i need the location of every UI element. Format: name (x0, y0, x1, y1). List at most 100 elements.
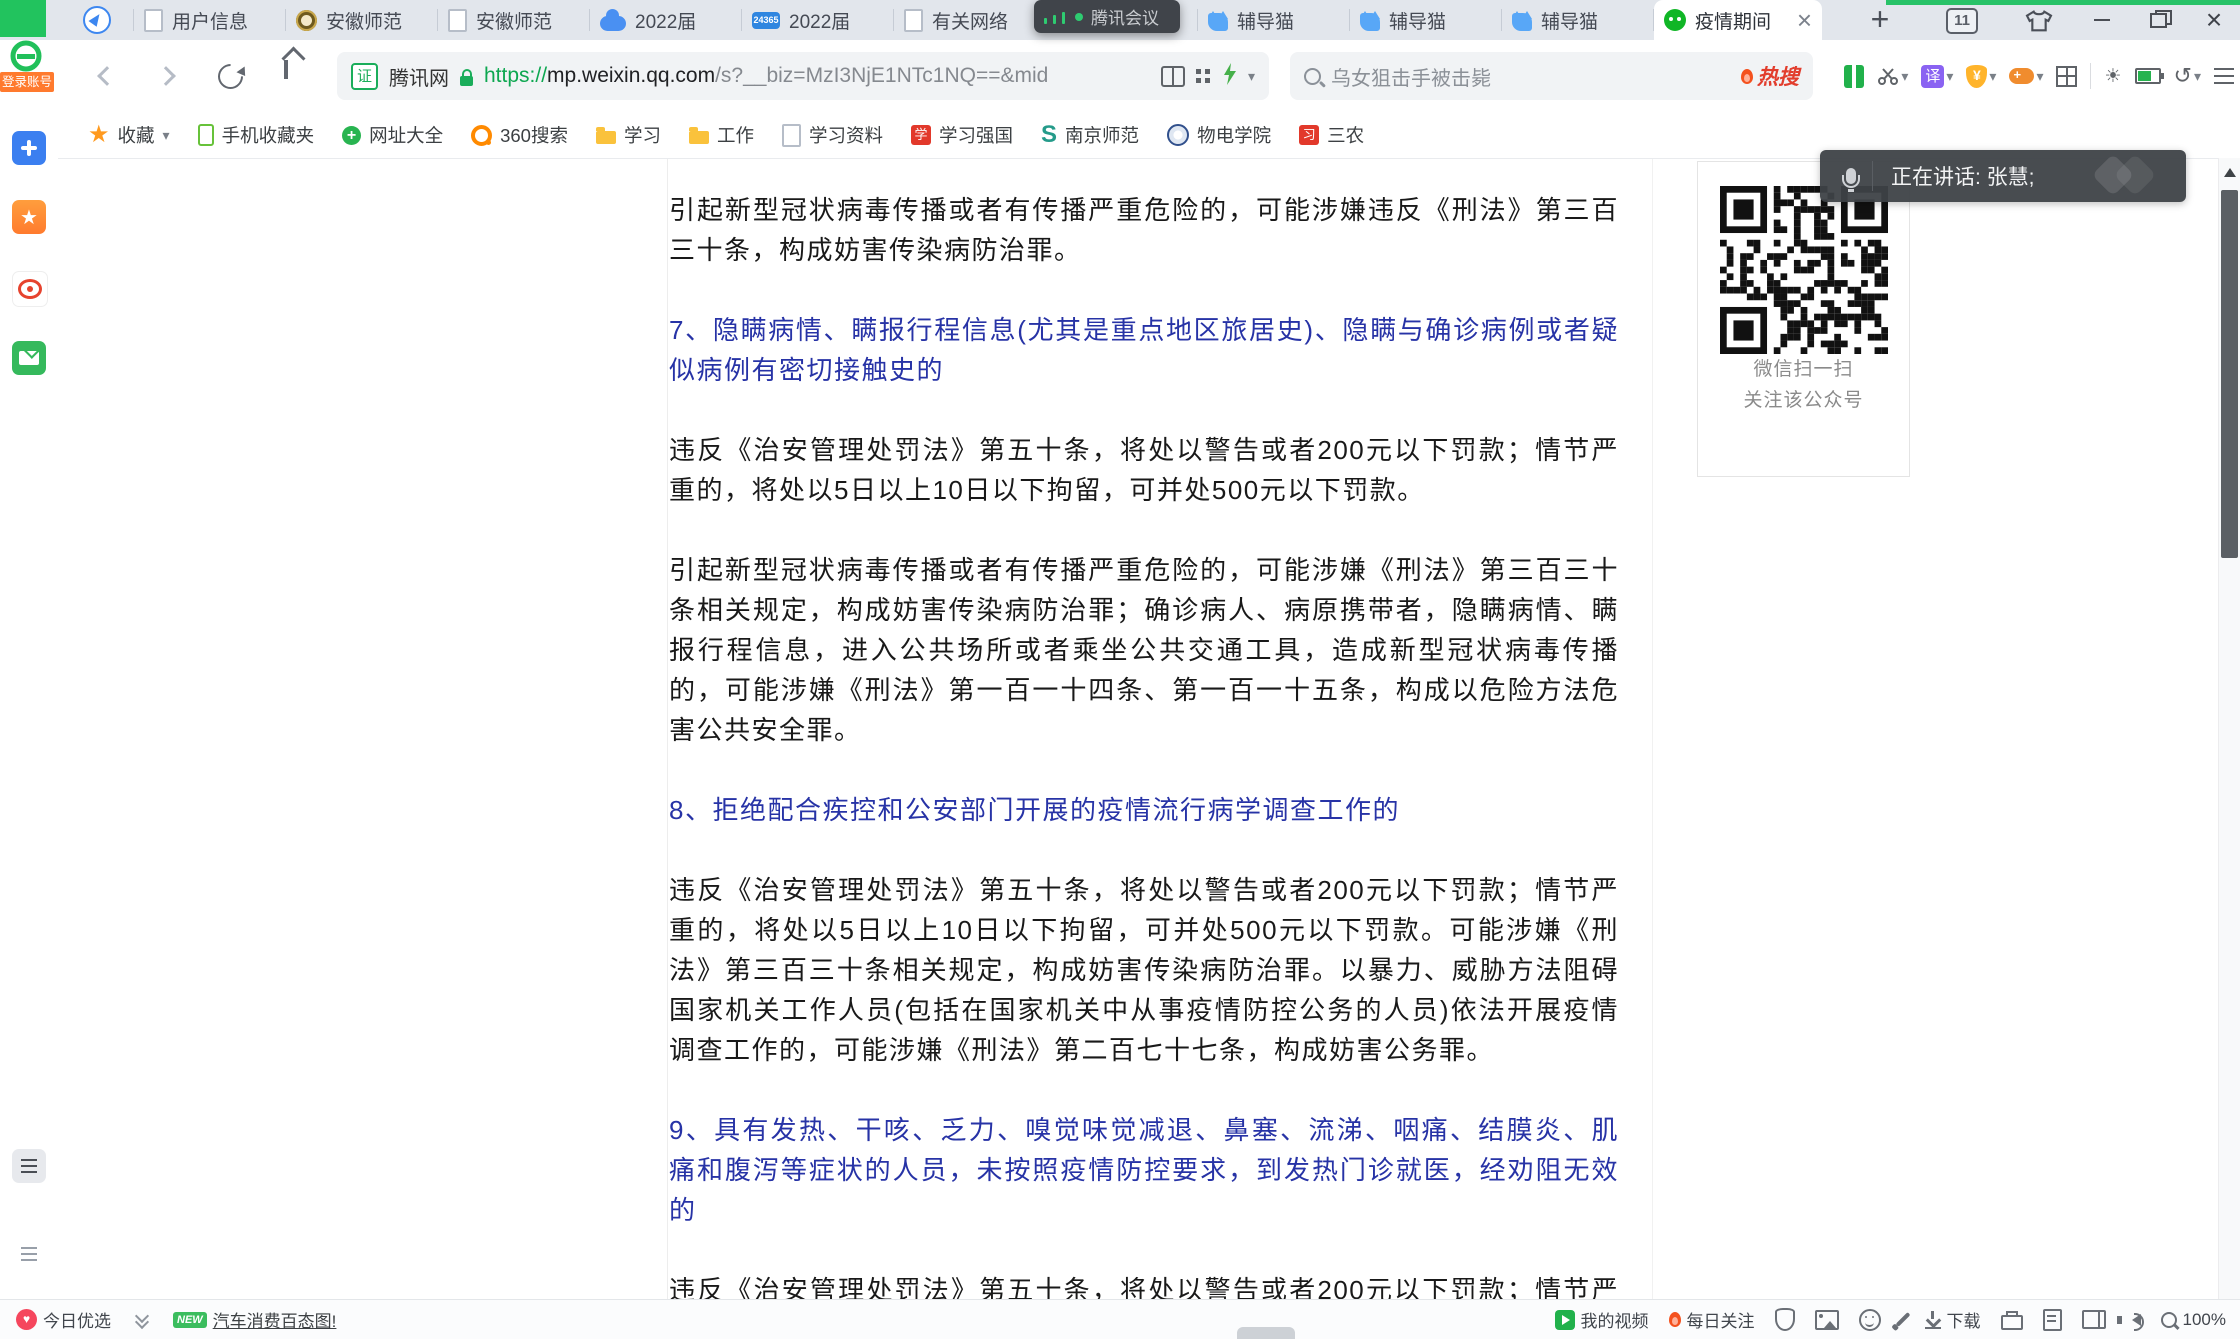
bookmark-item[interactable]: 学习 (596, 122, 661, 148)
forward-button[interactable] (152, 60, 184, 92)
favorites-book-icon[interactable] (1844, 65, 1864, 88)
bookmark-label: 南京师范 (1065, 122, 1139, 148)
today-picks-button[interactable]: ♥ 今日优选 (16, 1307, 111, 1332)
tab-title: 辅导猫 (1237, 7, 1340, 34)
chevron-down-icon[interactable]: ▾ (1248, 68, 1255, 85)
list-view-icon[interactable] (12, 1237, 46, 1271)
browser-tab[interactable]: 用户信息 (134, 0, 286, 40)
app-blue-icon[interactable] (12, 131, 46, 165)
scrollbar-up-arrow[interactable] (2224, 168, 2236, 177)
favorites-star-icon[interactable]: ★ (12, 200, 46, 234)
minimize-button[interactable] (2076, 0, 2128, 40)
apps-grid-icon[interactable] (2056, 66, 2077, 87)
statusbar-printer-button[interactable] (2001, 1309, 2023, 1330)
taskbar-peek-pill[interactable] (1237, 1327, 1295, 1339)
news-link-text[interactable]: 汽车消费百态图! (213, 1307, 337, 1332)
bookmark-item[interactable]: +网址大全 (342, 122, 443, 148)
weibo-icon[interactable] (12, 271, 48, 307)
chevron-down-icon: ▾ (1946, 68, 1953, 85)
bookmark-item[interactable]: 360搜索 (471, 122, 568, 148)
bookmark-item[interactable]: ★收藏▾ (88, 122, 170, 148)
browser-logo[interactable] (0, 0, 46, 37)
statusbar-brush-button[interactable] (1901, 1311, 1905, 1328)
qr-caption-line2: 关注该公众号 (1698, 385, 1909, 416)
tab-count-badge[interactable]: 11 (1946, 8, 1978, 34)
new-tab-button[interactable]: + (1862, 2, 1898, 38)
menu-icon[interactable] (2214, 68, 2234, 71)
back-button[interactable] (88, 60, 120, 92)
browser-tab[interactable] (60, 0, 134, 40)
browser-tab[interactable]: 辅导猫 (1198, 0, 1350, 40)
bookmark-item[interactable]: 工作 (689, 122, 754, 148)
wallet-shield-button[interactable]: ¥ ▾ (1966, 65, 1996, 88)
tab-close-icon[interactable]: × (1797, 7, 1812, 33)
url-text[interactable]: https://mp.weixin.qq.com/s?__biz=MzI3NjE… (484, 64, 1150, 88)
statusbar-flame-button[interactable]: 每日关注 (1669, 1307, 1755, 1332)
statusbar-shield-button[interactable] (1775, 1308, 1795, 1331)
tab-title: 辅导猫 (1541, 7, 1644, 34)
browser-tab[interactable]: 2022届 (590, 0, 742, 40)
browser-tab[interactable]: 243652022届 (742, 0, 894, 40)
statusbar-play-button[interactable]: 我的视频 (1555, 1307, 1649, 1332)
close-button[interactable]: × (2188, 0, 2240, 40)
browser-ring-logo[interactable] (7, 38, 45, 74)
statusbar-panel-button[interactable] (2082, 1310, 2106, 1329)
bookmark-item[interactable]: S南京师范 (1041, 122, 1139, 148)
browser-tab-active[interactable]: 疫情期间× (1654, 0, 1822, 40)
minimize-icon (2094, 19, 2110, 22)
reading-list-icon[interactable] (12, 1149, 46, 1183)
qrcode-icon[interactable] (1196, 69, 1201, 74)
browser-tab[interactable]: 辅导猫 (1502, 0, 1654, 40)
games-button[interactable]: ▾ (2009, 68, 2043, 85)
tencent-meeting-pill[interactable]: 腾讯会议 (1034, 0, 1180, 33)
translate-button[interactable]: 译 ▾ (1921, 65, 1953, 88)
meeting-speaking-overlay[interactable]: 正在讲话: 张慧; (1820, 150, 2186, 202)
cat-favicon-icon (1208, 13, 1228, 31)
star-icon: ★ (88, 123, 110, 147)
reader-mode-icon[interactable] (1161, 66, 1185, 87)
statusbar-zoom-button[interactable]: 100% (2161, 1310, 2226, 1330)
site-verified-badge[interactable]: 证 (351, 63, 378, 90)
statusbar-label: 下载 (1947, 1307, 1981, 1332)
statusbar-label: 每日关注 (1687, 1307, 1755, 1332)
statusbar-screenshot-button[interactable] (1815, 1310, 1839, 1330)
article-body: 违反《治安管理处罚法》第五十条，将处以警告或者200元以下罚款；情节严重的，将处… (669, 430, 1619, 510)
refresh-button[interactable] (214, 60, 246, 92)
url-box[interactable]: 证 腾讯网 https://mp.weixin.qq.com/s?__biz=M… (337, 52, 1269, 100)
browser-tab[interactable]: 辅导猫 (1350, 0, 1502, 40)
search-query[interactable]: 乌女狙击手被击毙 (1331, 62, 1731, 91)
browser-tab[interactable]: 安徽师范 (438, 0, 590, 40)
search-box[interactable]: 乌女狙击手被击毙 热搜 (1290, 52, 1813, 100)
login-account-button[interactable]: 登录账号 (0, 72, 54, 92)
news-ticker-link[interactable]: NEW 汽车消费百态图! (173, 1307, 336, 1332)
theme-sun-icon[interactable]: ☀ (2104, 67, 2121, 86)
undo-closed-tab-button[interactable]: ↺ ▾ (2174, 65, 2201, 87)
bookmark-item[interactable]: 手机收藏夹 (198, 122, 315, 148)
lightning-icon[interactable] (1223, 63, 1237, 90)
article-body: 引起新型冠状病毒传播或者有传播严重危险的，可能涉嫌违反《刑法》第三百三十条，构成… (669, 190, 1619, 270)
statusbar-download-button[interactable]: 下载 (1925, 1307, 1981, 1332)
browser-tab[interactable]: 安徽师范 (286, 0, 438, 40)
restore-button[interactable] (2132, 0, 2184, 40)
statusbar-emoji-button[interactable] (1859, 1309, 1881, 1331)
statusbar-speaker-button[interactable] (2126, 1314, 2141, 1326)
lock-icon[interactable] (460, 76, 473, 86)
notes-icon (2043, 1309, 2062, 1331)
mail-icon[interactable] (12, 341, 46, 375)
bookmark-item[interactable]: 学学习强国 (911, 122, 1013, 148)
chevron-double-down-icon[interactable] (135, 1313, 149, 1327)
hot-search-button[interactable]: 热搜 (1741, 61, 1799, 91)
bookmark-item[interactable]: 习三农 (1299, 122, 1364, 148)
home-button[interactable] (278, 60, 310, 92)
theme-shirt-icon[interactable] (2024, 9, 2054, 33)
browser-toolbar: ▾ 译 ▾ ¥ ▾ ▾ ☀ ↺ ▾ (1844, 52, 2234, 100)
screenshot-scissors-button[interactable]: ▾ (1877, 66, 1908, 86)
restore-icon (2150, 13, 2167, 28)
bookmark-label: 360搜索 (500, 122, 568, 148)
bookmark-item[interactable]: 学习资料 (782, 122, 883, 148)
browser-tab[interactable]: 有关网络 (894, 0, 1046, 40)
battery-icon[interactable] (2135, 68, 2161, 84)
bookmark-item[interactable]: 物电学院 (1167, 122, 1271, 148)
scrollbar-thumb[interactable] (2221, 190, 2238, 558)
statusbar-notes-button[interactable] (2043, 1309, 2062, 1331)
